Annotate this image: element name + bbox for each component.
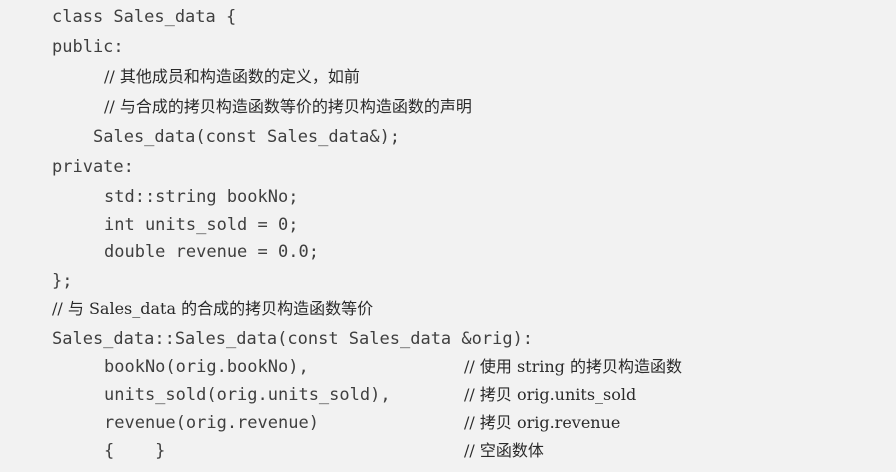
code-comment: // 与 Sales_data 的合成的拷贝构造函数等价: [52, 299, 374, 318]
code-comment: // 拷贝 orig.revenue: [464, 413, 621, 432]
code-comment: // 使用 string 的拷贝构造函数: [464, 357, 682, 376]
code-listing: class Sales_data { public: // 其他成员和构造函数的定义…: [0, 0, 896, 472]
code-line: };: [52, 271, 73, 291]
code-line: bookNo(orig.bookNo),: [104, 357, 309, 377]
code-line: units_sold(orig.units_sold),: [104, 385, 391, 405]
code-comment: // 其他成员和构造函数的定义，如前: [104, 67, 360, 86]
code-line: public:: [52, 37, 124, 57]
code-line: Sales_data::Sales_data(const Sales_data …: [52, 329, 534, 349]
code-comment: // 空函数体: [464, 441, 544, 460]
code-line: revenue(orig.revenue): [104, 413, 319, 433]
code-line: class Sales_data {: [52, 7, 237, 27]
code-line: { }: [104, 441, 166, 461]
code-line: int units_sold = 0;: [104, 215, 299, 235]
code-line: std::string bookNo;: [104, 187, 299, 207]
code-line: private:: [52, 157, 134, 177]
code-comment: // 与合成的拷贝构造函数等价的拷贝构造函数的声明: [104, 97, 472, 116]
code-comment: // 拷贝 orig.units_sold: [464, 385, 637, 404]
code-line: Sales_data(const Sales_data&);: [93, 127, 401, 147]
code-line: double revenue = 0.0;: [104, 242, 319, 262]
